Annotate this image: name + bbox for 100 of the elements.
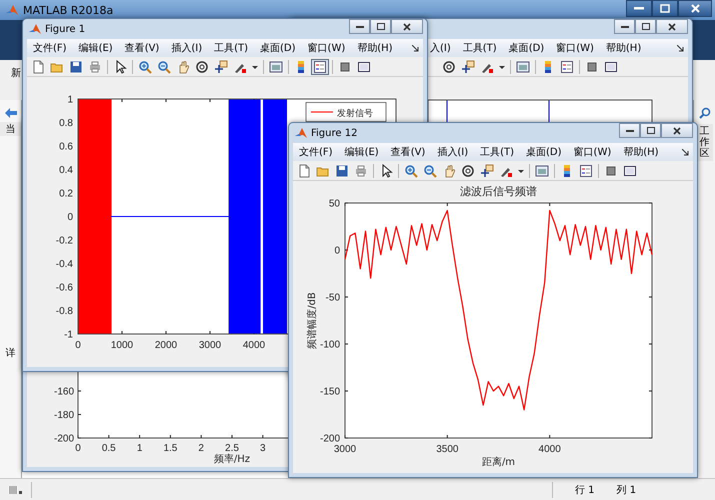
square-icon[interactable] (585, 60, 599, 74)
menu-item[interactable]: 查看(V) (124, 41, 160, 55)
x-tick-label: 4000 (242, 340, 266, 351)
rotate-icon[interactable] (195, 60, 209, 74)
maximize-icon (376, 23, 384, 30)
maximize-button[interactable] (652, 0, 678, 17)
y-axis-label: 频谱幅度/dB (307, 292, 318, 349)
link-icon[interactable] (516, 60, 530, 74)
menu-item[interactable]: 入(I) (430, 41, 451, 55)
data-cursor-icon[interactable] (461, 60, 475, 74)
x-tick-label: 3000 (334, 444, 356, 455)
y-tick-label: -200 (320, 434, 340, 444)
print-icon[interactable] (88, 60, 102, 74)
close-button[interactable] (678, 0, 712, 17)
x-tick-label: 0.5 (102, 443, 116, 454)
menu-item[interactable]: 插入(I) (437, 145, 468, 159)
peak-logo-icon (295, 127, 307, 139)
frame-icon[interactable] (604, 60, 618, 74)
maximize-button[interactable] (640, 123, 661, 138)
frame-icon[interactable] (357, 60, 371, 74)
save-icon[interactable] (335, 164, 349, 178)
square-icon[interactable] (338, 60, 352, 74)
zoom-out-icon[interactable] (423, 164, 437, 178)
y-tick-label: -200 (54, 434, 74, 444)
y-tick-label: 0.6 (59, 142, 73, 152)
menu-item[interactable]: 窗口(W) (556, 41, 594, 55)
peak-logo-icon (29, 23, 41, 35)
close-icon (690, 4, 700, 13)
legend-toggle-button[interactable] (577, 162, 595, 178)
x-tick-label: 2000 (154, 340, 178, 351)
y-tick-label: -0.2 (56, 236, 73, 246)
new-file-icon[interactable] (31, 60, 45, 74)
print-icon[interactable] (354, 164, 368, 178)
x-tick-label: 4000 (538, 444, 561, 455)
minimize-button[interactable] (349, 19, 370, 34)
new-file-icon[interactable] (297, 164, 311, 178)
link-icon[interactable] (269, 60, 283, 74)
minimize-button[interactable] (619, 123, 640, 138)
details-panel-header[interactable]: 详 (6, 346, 16, 360)
menu-item[interactable]: 文件(F) (299, 145, 333, 159)
data-cursor-icon[interactable] (214, 60, 228, 74)
peak-logo-icon (6, 4, 18, 16)
window-title: Figure 12 (311, 128, 358, 138)
menu-item[interactable]: 桌面(D) (260, 41, 296, 55)
menu-item[interactable]: 编辑(E) (78, 41, 113, 55)
save-icon[interactable] (69, 60, 83, 74)
legend-toggle-button[interactable] (311, 58, 329, 74)
search-icon[interactable] (698, 107, 710, 119)
chart-title: 滤波后信号频谱 (460, 185, 537, 198)
square-icon[interactable] (604, 164, 618, 178)
y-tick-label: -0.8 (56, 306, 73, 317)
minimize-button[interactable] (626, 0, 652, 17)
menu-item[interactable]: 窗口(W) (574, 145, 612, 159)
menu-item[interactable]: 帮助(H) (357, 41, 393, 55)
dock-arrow-icon[interactable] (412, 44, 419, 52)
close-button[interactable] (656, 19, 688, 34)
dock-arrow-icon[interactable] (682, 148, 689, 156)
menu-item[interactable]: 编辑(E) (344, 145, 379, 159)
y-tick-label: 0.8 (59, 118, 73, 129)
menu-item[interactable]: 帮助(H) (606, 41, 642, 55)
maximize-icon (660, 4, 670, 13)
window-title: MATLAB R2018a (23, 4, 114, 16)
maximize-icon (646, 127, 654, 134)
toolstrip-label[interactable]: 新 (11, 66, 21, 80)
menu-item[interactable]: 工具(T) (462, 41, 497, 55)
row-indicator: 行 1 (575, 484, 595, 496)
dock-arrow-icon[interactable] (677, 44, 684, 52)
close-button[interactable] (661, 123, 693, 138)
x-tick-label: 0 (75, 340, 81, 351)
menu-item[interactable]: 帮助(H) (623, 145, 659, 159)
zoom-in-icon[interactable] (138, 60, 152, 74)
rotate-icon[interactable] (461, 164, 475, 178)
menu-item[interactable]: 桌面(D) (526, 145, 562, 159)
maximize-icon (642, 23, 650, 30)
zoom-in-icon[interactable] (404, 164, 418, 178)
menu-item[interactable]: 插入(I) (171, 41, 202, 55)
y-tick-label: 0 (67, 212, 73, 223)
menu-item[interactable]: 查看(V) (390, 145, 426, 159)
back-arrow-icon[interactable] (4, 108, 16, 118)
y-tick-label: 0 (334, 246, 340, 256)
y-tick-label: -100 (320, 340, 340, 350)
menu-item[interactable]: 桌面(D) (508, 41, 544, 55)
x-tick-label: 0 (75, 443, 81, 454)
zoom-out-icon[interactable] (157, 60, 171, 74)
y-tick-label: -150 (320, 386, 340, 398)
maximize-button[interactable] (370, 19, 391, 34)
menu-item[interactable]: 工具(T) (480, 145, 514, 159)
close-button[interactable] (391, 19, 423, 34)
x-tick-label: 1 (136, 443, 142, 454)
menu-item[interactable]: 窗口(W) (308, 41, 346, 55)
rotate-icon[interactable] (442, 60, 456, 74)
menu-item[interactable]: 工具(T) (214, 41, 248, 55)
maximize-button[interactable] (635, 19, 656, 34)
frame-icon[interactable] (623, 164, 637, 178)
minimize-button[interactable] (614, 19, 635, 34)
close-icon (673, 126, 681, 134)
link-icon[interactable] (535, 164, 549, 178)
data-cursor-icon[interactable] (480, 164, 494, 178)
legend-toggle-button[interactable] (558, 58, 576, 74)
menu-item[interactable]: 文件(F) (33, 41, 67, 55)
